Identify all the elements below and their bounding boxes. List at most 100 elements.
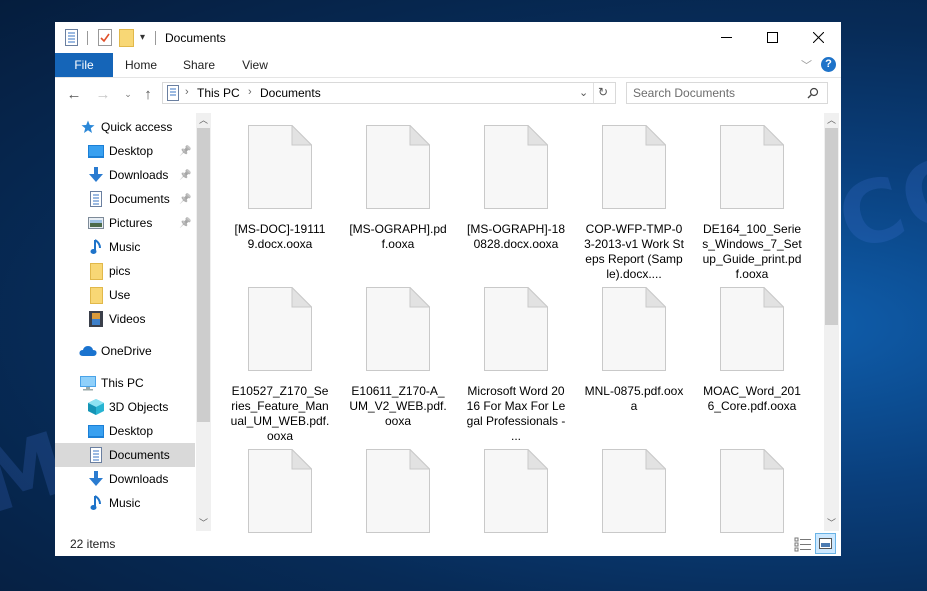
- pin-icon[interactable]: 📌: [179, 218, 191, 229]
- tab-view[interactable]: View: [231, 53, 279, 77]
- content-scroll-thumb[interactable]: [825, 128, 838, 325]
- divider: [593, 83, 594, 103]
- sidebar-item-documents[interactable]: Documents: [55, 443, 195, 467]
- file-icon: [720, 286, 785, 371]
- breadcrumb-documents[interactable]: Documents: [260, 86, 321, 100]
- tab-home[interactable]: Home: [117, 53, 165, 77]
- address-bar[interactable]: › This PC › Documents ⌄ ↻: [162, 82, 616, 104]
- customize-dropdown-icon[interactable]: ▾: [140, 32, 145, 43]
- expand-ribbon-icon[interactable]: ﹀: [801, 57, 812, 73]
- new-folder-icon[interactable]: [119, 29, 134, 52]
- address-dropdown-icon[interactable]: ⌄: [579, 86, 588, 99]
- file-icon: [248, 286, 313, 371]
- sidebar-item-3d-objects[interactable]: 3D Objects: [55, 395, 195, 419]
- ribbon: File Home Share View ﹀ ?: [55, 53, 841, 78]
- sidebar-item-music[interactable]: Music: [55, 235, 195, 259]
- document-icon: [87, 190, 105, 208]
- file-icon: [484, 448, 549, 533]
- sidebar-item-label: Documents: [109, 192, 170, 206]
- music-icon: [87, 238, 105, 256]
- sidebar-item-downloads[interactable]: Downloads 📌: [55, 163, 195, 187]
- checkmark-icon[interactable]: [98, 29, 112, 51]
- file-item[interactable]: E10527_Z170_Series_Feature_Manual_UM_WEB…: [230, 286, 330, 444]
- pin-icon[interactable]: 📌: [179, 146, 191, 157]
- up-arrow-icon[interactable]: ↑: [139, 84, 157, 104]
- maximize-button[interactable]: [749, 22, 795, 53]
- sidebar-scroll-thumb[interactable]: [197, 128, 210, 422]
- file-icon: [484, 286, 549, 371]
- file-item[interactable]: [MS-OGRAPH].pdf.ooxa: [348, 124, 448, 252]
- sidebar-item-downloads[interactable]: Downloads: [55, 467, 195, 491]
- file-item[interactable]: [584, 448, 684, 533]
- file-item[interactable]: [230, 448, 330, 533]
- file-name: [MS-OGRAPH]-180828.docx.ooxa: [466, 222, 565, 251]
- file-item[interactable]: Microsoft Word 2016 For Max For Legal Pr…: [466, 286, 566, 444]
- chevron-right-icon: ›: [185, 86, 189, 98]
- file-item[interactable]: [MS-DOC]-191119.docx.ooxa: [230, 124, 330, 252]
- back-arrow-icon[interactable]: ←: [65, 84, 83, 104]
- file-item[interactable]: [702, 448, 802, 533]
- forward-arrow-icon[interactable]: →: [94, 84, 112, 104]
- file-name: [MS-DOC]-191119.docx.ooxa: [234, 222, 326, 251]
- recent-locations-icon[interactable]: ⌄: [119, 84, 137, 104]
- sidebar-item-quick-access[interactable]: Quick access: [55, 115, 195, 139]
- sidebar-item-videos[interactable]: Videos: [55, 307, 195, 331]
- tab-share[interactable]: Share: [175, 53, 223, 77]
- sidebar-item-use[interactable]: Use: [55, 283, 195, 307]
- file-name: MOAC_Word_2016_Core.pdf.ooxa: [703, 384, 801, 413]
- scroll-down-icon[interactable]: ﹀: [824, 516, 839, 531]
- file-item[interactable]: E10611_Z170-A_UM_V2_WEB.pdf.ooxa: [348, 286, 448, 429]
- sidebar-item-pics[interactable]: pics: [55, 259, 195, 283]
- pin-icon[interactable]: 📌: [179, 194, 191, 205]
- sidebar-item-desktop[interactable]: Desktop: [55, 419, 195, 443]
- sidebar-item-documents[interactable]: Documents 📌: [55, 187, 195, 211]
- pin-icon[interactable]: 📌: [179, 170, 191, 181]
- sidebar-item-label: Downloads: [109, 472, 169, 486]
- pictures-icon: [87, 214, 105, 232]
- file-name: E10611_Z170-A_UM_V2_WEB.pdf.ooxa: [349, 384, 447, 428]
- chevron-right-icon: ›: [248, 86, 252, 98]
- content-scrollbar[interactable]: ︿ ﹀: [824, 113, 839, 531]
- sidebar-item-this-pc[interactable]: This PC: [55, 371, 195, 395]
- sidebar-item-music[interactable]: Music: [55, 491, 195, 515]
- file-item[interactable]: DE164_100_Series_Windows_7_Setup_Guide_p…: [702, 124, 802, 282]
- sidebar-item-label: Quick access: [101, 120, 173, 134]
- file-item[interactable]: MNL-0875.pdf.ooxa: [584, 286, 684, 414]
- sidebar-scrollbar[interactable]: ︿ ﹀: [196, 113, 211, 531]
- file-name: MNL-0875.pdf.ooxa: [584, 384, 684, 413]
- file-item[interactable]: MOAC_Word_2016_Core.pdf.ooxa: [702, 286, 802, 414]
- tab-file[interactable]: File: [55, 53, 113, 77]
- file-icon: [602, 124, 667, 209]
- file-item[interactable]: [466, 448, 566, 533]
- minimize-button[interactable]: [703, 22, 749, 53]
- file-name: DE164_100_Series_Windows_7_Setup_Guide_p…: [702, 222, 802, 281]
- file-item[interactable]: [348, 448, 448, 533]
- scroll-up-icon[interactable]: ︿: [824, 113, 839, 128]
- refresh-icon[interactable]: ↻: [598, 85, 608, 99]
- sidebar-item-desktop[interactable]: Desktop 📌: [55, 139, 195, 163]
- sidebar-item-onedrive[interactable]: OneDrive: [55, 339, 195, 363]
- search-input[interactable]: [633, 85, 803, 101]
- videos-icon: [87, 310, 105, 328]
- file-item[interactable]: COP-WFP-TMP-03-2013-v1 Work Steps Report…: [584, 124, 684, 282]
- help-icon[interactable]: ?: [821, 57, 836, 72]
- search-icon[interactable]: [807, 86, 819, 104]
- sidebar-item-pictures[interactable]: Pictures 📌: [55, 211, 195, 235]
- details-view-icon[interactable]: [794, 536, 812, 556]
- scroll-up-icon[interactable]: ︿: [196, 113, 211, 128]
- sidebar-item-label: Desktop: [109, 424, 154, 438]
- file-item[interactable]: [MS-OGRAPH]-180828.docx.ooxa: [466, 124, 566, 252]
- close-button[interactable]: [795, 22, 841, 53]
- sidebar-item-label: 3D Objects: [109, 400, 169, 414]
- file-list: [MS-DOC]-191119.docx.ooxa [MS-OGRAPH].pdf…: [213, 113, 826, 533]
- large-icons-view-icon[interactable]: [815, 533, 836, 554]
- search-box[interactable]: [626, 82, 828, 104]
- properties-icon[interactable]: [65, 29, 78, 51]
- file-icon: [720, 448, 785, 533]
- scroll-down-icon[interactable]: ﹀: [196, 516, 211, 531]
- breadcrumb-this-pc[interactable]: This PC: [197, 86, 240, 100]
- file-name: E10527_Z170_Series_Feature_Manual_UM_WEB…: [230, 384, 330, 443]
- file-name: Microsoft Word 2016 For Max For Legal Pr…: [466, 384, 566, 443]
- file-icon: [366, 124, 431, 209]
- sidebar-item-label: Music: [109, 496, 141, 510]
